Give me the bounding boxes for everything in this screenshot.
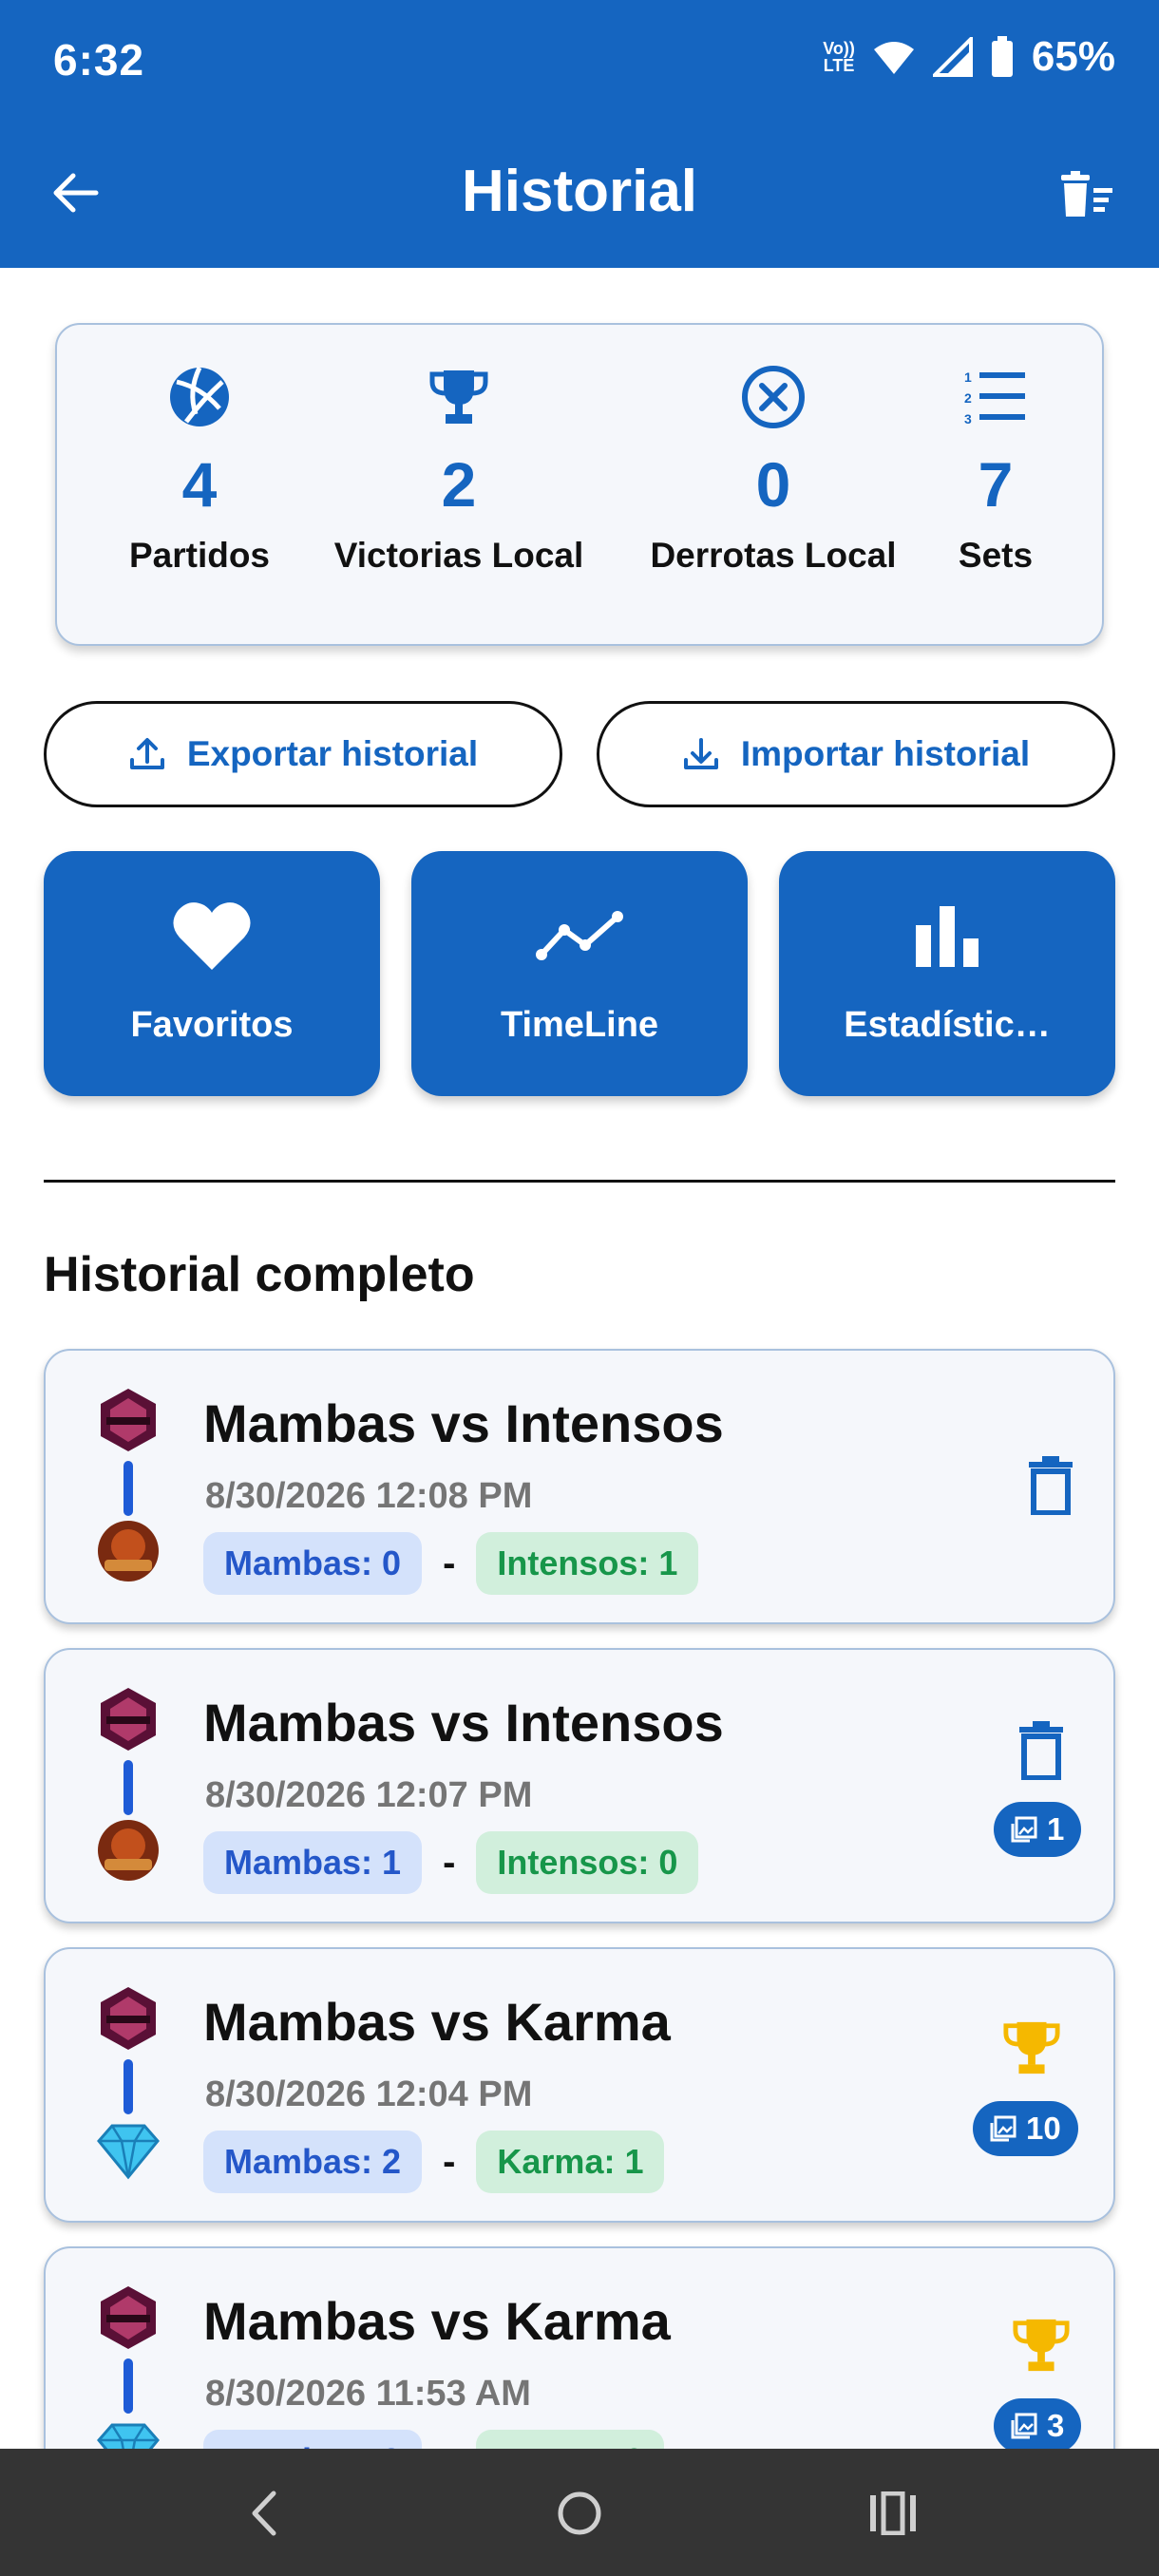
section-title: Historial completo: [44, 1247, 475, 1302]
versus-connector: [124, 2059, 133, 2114]
mambas-logo: [101, 1987, 156, 2050]
score-separator: -: [443, 2140, 456, 2183]
recents-icon: [870, 2491, 916, 2535]
image-icon: [1011, 1816, 1037, 1843]
system-navigation-bar: [0, 2449, 1159, 2576]
match-date: 8/30/2026 11:53 AM: [205, 2374, 531, 2414]
upload-icon: [129, 738, 164, 769]
home-score-chip: Mambas: 1: [203, 1831, 423, 1894]
mambas-logo: [101, 1688, 156, 1751]
heart-icon: [173, 902, 251, 970]
diamond-logo: [97, 2124, 160, 2180]
battery-percent: 65%: [1031, 33, 1115, 80]
score-row: Mambas: 0 - Intensos: 1: [203, 1531, 699, 1596]
status-time: 6:32: [53, 35, 145, 85]
statistics-tile[interactable]: Estadístic…: [779, 851, 1115, 1096]
battery-icon: [991, 36, 1013, 77]
volleyball-icon: [170, 366, 229, 426]
score-separator: -: [443, 1542, 456, 1584]
trophy-icon: [429, 370, 488, 424]
timeline-tile[interactable]: TimeLine: [411, 851, 748, 1096]
match-title: Mambas vs Intensos: [203, 1693, 724, 1752]
delete-sweep-icon: [1061, 171, 1112, 217]
winner-indicator: [996, 2012, 1068, 2084]
dragons-logo: [98, 1521, 159, 1582]
match-date: 8/30/2026 12:04 PM: [205, 2074, 533, 2114]
match-card[interactable]: Mambas vs Intensos 8/30/2026 12:07 PM Ma…: [44, 1648, 1115, 1923]
delete-match-button[interactable]: [1015, 1449, 1087, 1522]
divider: [44, 1180, 1115, 1183]
versus-connector: [124, 1760, 133, 1815]
chevron-left-icon: [252, 2491, 276, 2536]
nav-home-button[interactable]: [542, 2475, 618, 2551]
trophy-icon: [1013, 2319, 1070, 2372]
image-icon: [1011, 2413, 1037, 2439]
home-circle-icon: [558, 2491, 601, 2535]
trash-icon: [1029, 1456, 1073, 1515]
match-card[interactable]: Mambas vs Intensos 8/30/2026 12:08 PM Ma…: [44, 1349, 1115, 1624]
timeline-icon: [536, 911, 623, 960]
signal-icon: [932, 37, 973, 77]
home-score-chip: Mambas: 2: [203, 2131, 423, 2193]
volte-indicator: Vo)) LTE: [823, 39, 855, 75]
mambas-logo: [101, 2286, 156, 2349]
numbered-list-icon: 1 2 3: [964, 369, 1025, 426]
download-icon: [683, 738, 718, 769]
app-bar: 6:32 Vo)) LTE 65% Historial: [0, 0, 1159, 268]
trash-icon: [1019, 1721, 1063, 1780]
winner-indicator: [1005, 2309, 1077, 2381]
match-card[interactable]: Mambas vs Karma 8/30/2026 12:04 PM Mamba…: [44, 1947, 1115, 2223]
away-score-chip: Karma: 1: [476, 2131, 665, 2193]
svg-text:3: 3: [964, 411, 972, 426]
svg-text:1: 1: [964, 369, 972, 385]
x-circle-icon: [742, 366, 805, 428]
score-row: Mambas: 2 - Karma: 1: [203, 2130, 665, 2194]
photos-badge[interactable]: 1: [994, 1802, 1082, 1857]
away-score-chip: Intensos: 0: [476, 1831, 699, 1894]
match-title: Mambas vs Karma: [203, 2291, 671, 2351]
delete-match-button[interactable]: [1005, 1714, 1077, 1787]
photos-badge[interactable]: 3: [994, 2398, 1082, 2453]
page-title: Historial: [461, 159, 698, 224]
summary-card: 4 Partidos 2 Victorias Local 0 Derrotas …: [55, 323, 1104, 646]
dragons-logo: [98, 1820, 159, 1881]
score-row: Mambas: 1 - Intensos: 0: [203, 1830, 699, 1895]
mambas-logo: [101, 1389, 156, 1451]
nav-back-button[interactable]: [226, 2475, 302, 2551]
favorites-tile[interactable]: Favoritos: [44, 851, 380, 1096]
export-history-label: Exportar historial: [186, 734, 479, 773]
svg-text:2: 2: [964, 390, 972, 406]
match-title: Mambas vs Karma: [203, 1992, 671, 2052]
versus-connector: [124, 2358, 133, 2414]
import-history-button[interactable]: Importar historial: [597, 701, 1115, 807]
status-icons: Vo)) LTE 65%: [823, 30, 1115, 84]
trophy-icon: [1003, 2021, 1060, 2074]
home-score-chip: Mambas: 0: [203, 1532, 423, 1595]
delete-history-button[interactable]: [1053, 160, 1123, 230]
export-history-button[interactable]: Exportar historial: [44, 701, 562, 807]
photos-badge[interactable]: 10: [973, 2101, 1078, 2156]
stat-sets: 123 7 Sets: [958, 369, 1034, 575]
nav-recents-button[interactable]: [855, 2475, 931, 2551]
bar-chart-icon: [916, 906, 978, 967]
wifi-icon: [873, 42, 914, 74]
score-separator: -: [443, 1841, 456, 1884]
match-date: 8/30/2026 12:08 PM: [205, 1476, 533, 1516]
stat-partidos: 4 Partidos: [57, 363, 342, 576]
match-date: 8/30/2026 12:07 PM: [205, 1775, 533, 1815]
stat-victorias-local: 2 Victorias Local: [316, 363, 601, 576]
versus-connector: [124, 1461, 133, 1516]
import-history-label: Importar historial: [740, 734, 1031, 773]
match-title: Mambas vs Intensos: [203, 1393, 724, 1453]
away-score-chip: Intensos: 1: [476, 1532, 699, 1595]
image-icon: [990, 2115, 1016, 2142]
